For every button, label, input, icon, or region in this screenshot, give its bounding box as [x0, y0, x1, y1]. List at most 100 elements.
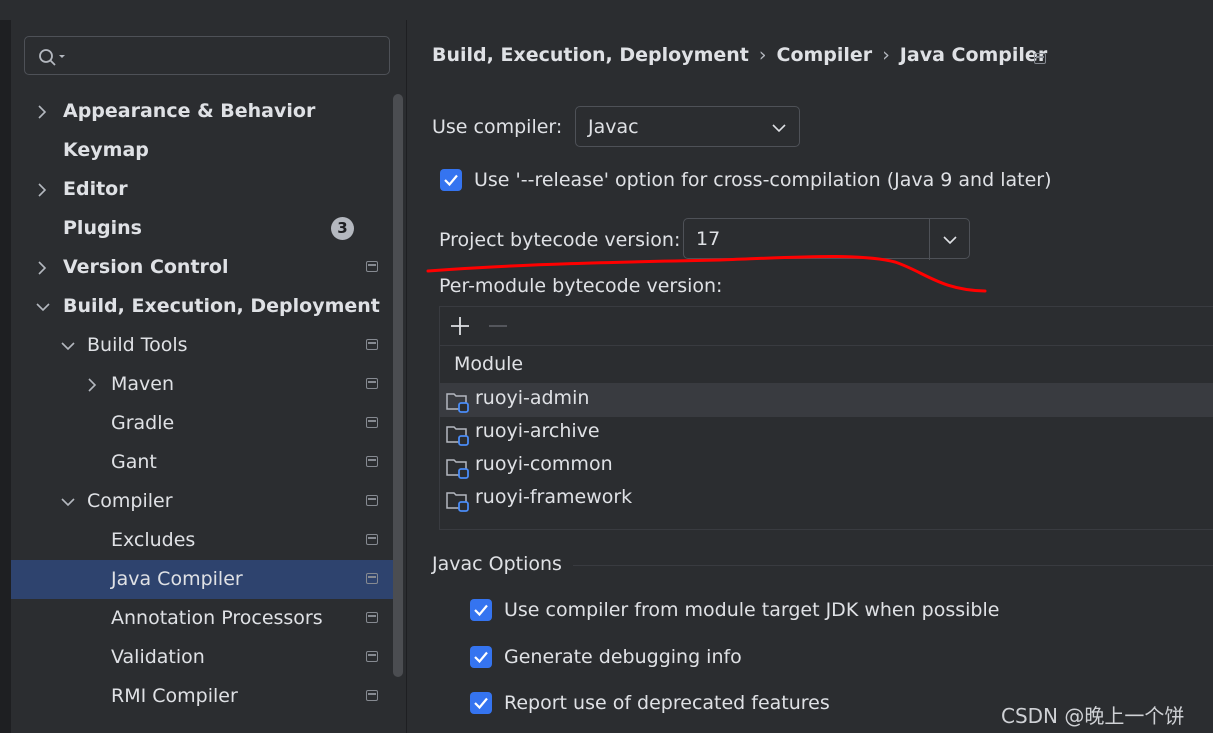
sidebar-item-compiler[interactable]: Compiler — [11, 482, 394, 521]
settings-content: Build, Execution, Deployment › Compiler › Ja… — [406, 20, 1213, 733]
sidebar-item-rmi-compiler[interactable]: RMI Compiler — [11, 677, 394, 716]
use-compiler-label: Use compiler: — [432, 116, 563, 138]
breadcrumb: Build, Execution, Deployment › Compiler › Ja… — [432, 44, 1047, 66]
project-level-icon — [366, 417, 378, 428]
sidebar-item-annotation-processors[interactable]: Annotation Processors — [11, 599, 394, 638]
chevron-down-icon[interactable] — [61, 326, 75, 365]
sidebar-item-label: Keymap — [63, 139, 149, 161]
sidebar-item-plugins[interactable]: Plugins 3 — [11, 209, 394, 248]
javac-options-heading: Javac Options — [432, 553, 562, 575]
project-level-icon — [366, 378, 378, 389]
project-level-icon — [366, 456, 378, 467]
sidebar-item-keymap[interactable]: Keymap — [11, 131, 394, 170]
bytecode-version-combo[interactable]: 17 — [683, 218, 970, 260]
release-option-label[interactable]: Use '--release' option for cross-compila… — [474, 169, 1051, 191]
table-header[interactable]: Module — [440, 345, 1213, 384]
search-field[interactable] — [24, 36, 390, 75]
sidebar-item-label: Plugins — [63, 217, 142, 239]
bytecode-version-value: 17 — [696, 228, 721, 250]
sidebar-item-validation[interactable]: Validation — [11, 638, 394, 677]
project-level-icon — [366, 339, 378, 350]
release-option-checkbox[interactable] — [440, 169, 462, 191]
deprecated-features-checkbox[interactable] — [470, 692, 492, 714]
sidebar-item-label: Validation — [111, 646, 205, 668]
window-title-bar — [0, 0, 1213, 21]
project-level-icon — [366, 573, 378, 584]
sidebar-item-maven[interactable]: Maven — [11, 365, 394, 404]
module-folder-icon — [446, 393, 469, 413]
module-target-jdk-label[interactable]: Use compiler from module target JDK when… — [504, 599, 999, 621]
sidebar-item-editor[interactable]: Editor — [11, 170, 394, 209]
sidebar-item-appearance-behavior[interactable]: Appearance & Behavior — [11, 92, 394, 131]
sidebar-item-build-tools[interactable]: Build Tools — [11, 326, 394, 365]
chevron-right-icon[interactable] — [36, 92, 50, 131]
use-compiler-dropdown[interactable]: Javac — [575, 106, 800, 147]
sidebar-item-label: Excludes — [111, 529, 196, 551]
module-name: ruoyi-common — [475, 453, 613, 475]
bytecode-version-dropdown-button[interactable] — [929, 219, 970, 260]
sidebar-item-label: Gradle — [111, 412, 175, 434]
left-edge-panel — [0, 20, 11, 733]
sidebar-item-label: Maven — [111, 373, 175, 395]
project-level-icon — [366, 651, 378, 662]
project-level-icon — [366, 690, 378, 701]
module-folder-icon — [446, 492, 469, 512]
project-level-icon — [1034, 53, 1046, 64]
table-row[interactable]: ruoyi-admin — [440, 384, 1213, 417]
module-folder-icon — [446, 426, 469, 446]
chevron-down-icon — [772, 124, 786, 133]
per-module-table: Module ruoyi-admin ruoyi-archive ruoyi-c… — [439, 306, 1213, 530]
sidebar-item-label: Java Compiler — [111, 568, 243, 590]
bytecode-version-label: Project bytecode version: — [439, 229, 681, 251]
minus-icon[interactable] — [488, 316, 508, 336]
sidebar-item-label: Build Tools — [87, 334, 188, 356]
sidebar-item-excludes[interactable]: Excludes — [11, 521, 394, 560]
sidebar-item-label: Compiler — [87, 490, 173, 512]
project-level-icon — [366, 534, 378, 545]
deprecated-features-label[interactable]: Report use of deprecated features — [504, 692, 830, 714]
checkmark-icon — [474, 697, 488, 710]
project-level-icon — [366, 261, 378, 272]
checkmark-icon — [444, 174, 458, 187]
sidebar-item-label: Build, Execution, Deployment — [63, 295, 380, 317]
per-module-label: Per-module bytecode version: — [439, 275, 723, 297]
module-name: ruoyi-archive — [475, 420, 600, 442]
section-divider — [573, 565, 1213, 566]
checkmark-icon — [474, 604, 488, 617]
settings-sidebar: Appearance & Behavior Keymap Editor Plug… — [11, 20, 406, 733]
plugins-update-badge: 3 — [331, 217, 354, 240]
table-row[interactable]: ruoyi-common — [440, 450, 1213, 483]
sidebar-item-java-compiler[interactable]: Java Compiler — [11, 560, 394, 599]
chevron-down-icon[interactable] — [61, 482, 75, 521]
plus-icon[interactable] — [450, 316, 470, 336]
chevron-right-icon[interactable] — [36, 248, 50, 287]
chevron-right-icon[interactable] — [36, 170, 50, 209]
module-name: ruoyi-framework — [475, 486, 633, 508]
sidebar-scrollbar[interactable] — [393, 94, 403, 677]
chevron-right-icon[interactable] — [86, 365, 100, 404]
sidebar-item-label: Annotation Processors — [111, 607, 323, 629]
project-level-icon — [366, 612, 378, 623]
sidebar-item-build-execution-deployment[interactable]: Build, Execution, Deployment — [11, 287, 394, 326]
sidebar-item-gradle[interactable]: Gradle — [11, 404, 394, 443]
checkmark-icon — [474, 651, 488, 664]
table-toolbar — [440, 307, 1213, 346]
module-folder-icon — [446, 459, 469, 479]
use-compiler-value: Javac — [588, 116, 639, 138]
sidebar-item-label: RMI Compiler — [111, 685, 238, 707]
debugging-info-checkbox[interactable] — [470, 646, 492, 668]
sidebar-item-label: Appearance & Behavior — [63, 100, 316, 122]
sidebar-item-version-control[interactable]: Version Control — [11, 248, 394, 287]
module-name: ruoyi-admin — [475, 387, 590, 409]
debugging-info-label[interactable]: Generate debugging info — [504, 646, 742, 668]
breadcrumb-item[interactable]: Build, Execution, Deployment — [432, 44, 749, 66]
sidebar-item-label: Version Control — [63, 256, 229, 278]
breadcrumb-item[interactable]: Compiler — [777, 44, 873, 66]
breadcrumb-separator: › — [882, 44, 890, 66]
sidebar-item-gant[interactable]: Gant — [11, 443, 394, 482]
chevron-down-icon[interactable] — [36, 287, 50, 326]
table-row[interactable]: ruoyi-framework — [440, 483, 1213, 516]
module-target-jdk-checkbox[interactable] — [470, 599, 492, 621]
table-row[interactable]: ruoyi-archive — [440, 417, 1213, 450]
module-column-header: Module — [454, 353, 524, 375]
